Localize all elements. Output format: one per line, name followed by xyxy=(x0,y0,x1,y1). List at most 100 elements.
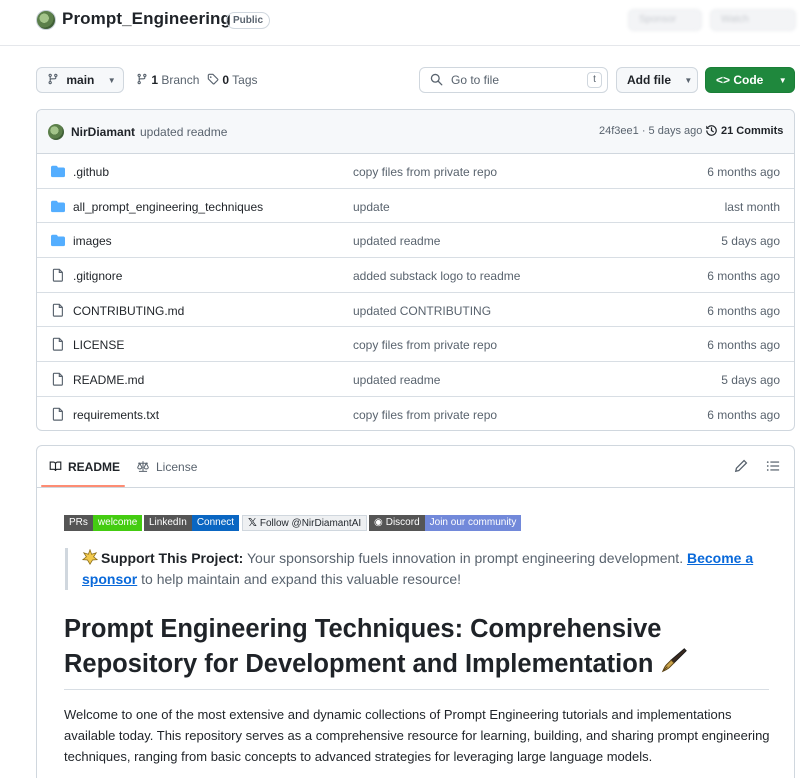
commit-meta[interactable]: 24f3ee1 · 5 days ago xyxy=(599,125,702,137)
fountain-pen-icon xyxy=(662,648,688,673)
file-icon xyxy=(51,407,65,424)
file-commit-message[interactable]: updated readme xyxy=(353,234,440,248)
file-name-link[interactable]: .gitignore xyxy=(73,269,122,283)
callout-strong: Support This Project: xyxy=(101,550,244,566)
file-row[interactable]: images updated readme 5 days ago xyxy=(37,223,794,259)
code-label: Code xyxy=(733,73,764,87)
list-icon[interactable] xyxy=(766,459,780,473)
badge-prs-welcome[interactable]: PRs welcome xyxy=(64,515,143,531)
tab-readme-label: README xyxy=(68,460,121,474)
folder-icon xyxy=(51,199,65,216)
sponsor-callout: Support This Project: Your sponsorship f… xyxy=(65,548,765,590)
branches-link[interactable]: 1 Branch xyxy=(136,73,199,87)
search-icon xyxy=(430,73,443,86)
code-button[interactable]: <> Code ▼ xyxy=(705,67,795,93)
badge-discord-label: Discord xyxy=(385,517,420,528)
file-commit-message[interactable]: added substack logo to readme xyxy=(353,269,520,283)
sparkle-icon xyxy=(82,549,98,565)
readme-tabs: README License xyxy=(37,446,794,488)
repo-name[interactable]: Prompt_Engineering xyxy=(62,9,231,29)
file-commit-message[interactable]: copy files from private repo xyxy=(353,408,497,422)
watch-button[interactable]: Watch xyxy=(710,9,796,31)
repo-header: Prompt_Engineering Public Sponsor Watch xyxy=(0,0,800,46)
sponsor-button-label: Sponsor xyxy=(639,14,677,25)
history-icon xyxy=(706,125,717,136)
file-commit-message[interactable]: updated CONTRIBUTING xyxy=(353,304,491,318)
readme-heading: Prompt Engineering Techniques: Comprehen… xyxy=(64,612,769,690)
file-icon xyxy=(51,372,65,389)
badge-twitter-follow[interactable]: 𝕏 Follow @NirDiamantAI xyxy=(242,515,368,531)
tags-link[interactable]: 0 Tags xyxy=(207,73,258,87)
file-row[interactable]: .github copy files from private repo 6 mon… xyxy=(37,154,794,189)
book-icon xyxy=(49,461,62,472)
badge-linkedin-left: LinkedIn xyxy=(144,515,192,531)
tags-label: Tags xyxy=(232,73,258,87)
callout-text: Your sponsorship fuels innovation in pro… xyxy=(243,550,687,566)
folder-icon xyxy=(51,233,65,250)
badge-discord[interactable]: ◉ Discord Join our community xyxy=(369,515,522,531)
file-commit-message[interactable]: update xyxy=(353,200,390,214)
badge-prs-left: PRs xyxy=(64,515,93,531)
tab-license[interactable]: License xyxy=(136,460,197,474)
callout-tail: to help maintain and expand this valuabl… xyxy=(137,571,461,587)
file-name-link[interactable]: requirements.txt xyxy=(73,408,159,422)
discord-icon: ◉ xyxy=(374,517,383,528)
file-name-link[interactable]: README.md xyxy=(73,373,144,387)
file-commit-date: 6 months ago xyxy=(707,165,780,179)
commit-author[interactable]: NirDiamant xyxy=(71,125,135,139)
add-file-button[interactable]: Add file ▼ xyxy=(616,67,698,93)
author-avatar[interactable] xyxy=(48,124,64,140)
badge-discord-left: ◉ Discord xyxy=(369,515,425,531)
file-name-link[interactable]: LICENSE xyxy=(73,338,124,352)
tags-count: 0 xyxy=(222,73,230,87)
file-browser: NirDiamant updated readme 24f3ee1 · 5 da… xyxy=(36,109,795,431)
tab-license-label: License xyxy=(156,460,198,474)
git-branch-icon xyxy=(48,73,58,85)
sponsor-button[interactable]: Sponsor xyxy=(628,9,702,31)
owner-avatar[interactable] xyxy=(36,10,56,30)
search-placeholder: Go to file xyxy=(451,73,500,87)
file-row[interactable]: README.md updated readme 5 days ago xyxy=(37,362,794,397)
file-name-link[interactable]: CONTRIBUTING.md xyxy=(73,304,184,318)
commits-history-link[interactable]: 21 Commits xyxy=(705,124,783,137)
file-name-link[interactable]: .github xyxy=(73,165,109,179)
file-row[interactable]: all_prompt_engineering_techniques update l… xyxy=(37,189,794,224)
file-row[interactable]: LICENSE copy files from private repo 6 mon… xyxy=(37,327,794,363)
tag-icon xyxy=(207,73,219,85)
file-icon xyxy=(51,303,65,320)
file-commit-message[interactable]: copy files from private repo xyxy=(353,165,497,179)
chevron-down-icon: ▼ xyxy=(107,75,116,85)
file-name-link[interactable]: all_prompt_engineering_techniques xyxy=(73,200,263,214)
go-to-file-input[interactable]: Go to file t xyxy=(419,67,608,93)
folder-icon xyxy=(51,164,65,181)
file-name-link[interactable]: images xyxy=(73,234,112,248)
badge-twitter-label: Follow @NirDiamantAI xyxy=(259,518,362,529)
readme-heading-text: Prompt Engineering Techniques: Comprehen… xyxy=(64,615,662,678)
active-tab-indicator xyxy=(41,485,125,487)
badge-linkedin[interactable]: LinkedIn Connect xyxy=(144,515,240,531)
badge-prs-right: welcome xyxy=(92,515,143,531)
file-row[interactable]: CONTRIBUTING.md updated CONTRIBUTING 6 mon… xyxy=(37,293,794,328)
file-commit-message[interactable]: updated readme xyxy=(353,373,440,387)
add-file-label: Add file xyxy=(627,73,671,87)
file-commit-date: 6 months ago xyxy=(707,338,780,353)
branches-label: Branch xyxy=(161,73,200,87)
watch-button-label: Watch xyxy=(721,14,749,25)
badge-discord-right: Join our community xyxy=(424,515,522,531)
file-commit-message[interactable]: copy files from private repo xyxy=(353,338,497,352)
commit-message[interactable]: updated readme xyxy=(140,125,227,139)
file-list: .github copy files from private repo 6 mon… xyxy=(37,154,794,430)
file-row[interactable]: .gitignore added substack logo to readme 6… xyxy=(37,258,794,293)
tab-readme[interactable]: README xyxy=(49,460,120,474)
branches-count: 1 xyxy=(151,73,159,87)
search-shortcut-key: t xyxy=(587,72,602,88)
git-branch-icon xyxy=(137,73,147,85)
branch-selector[interactable]: main ▼ xyxy=(36,67,124,93)
file-commit-date: last month xyxy=(724,199,780,214)
file-row[interactable]: requirements.txt copy files from private … xyxy=(37,397,794,430)
branch-name: main xyxy=(66,73,95,87)
pencil-icon[interactable] xyxy=(734,459,748,473)
commits-count-label: 21 Commits xyxy=(721,125,784,137)
chevron-down-icon: ▼ xyxy=(684,75,693,85)
readme-intro-paragraph: Welcome to one of the most extensive and… xyxy=(64,707,770,764)
